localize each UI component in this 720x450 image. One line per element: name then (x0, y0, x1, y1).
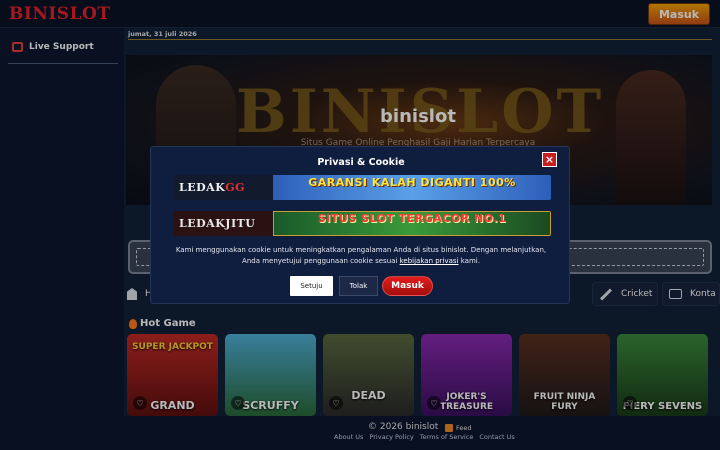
modal-login-button[interactable]: Masuk (382, 276, 433, 296)
cookie-text-end: kami. (458, 257, 480, 265)
promo-brand-main: LEDAK (179, 181, 226, 194)
cookie-modal: Privasi & Cookie × LEDAKGG GARANSI KALAH… (150, 146, 570, 304)
privacy-policy-link[interactable]: kebijakan privasi (400, 257, 459, 265)
close-button[interactable]: × (542, 152, 557, 167)
promo-brand-accent: GG (225, 181, 246, 194)
promo-brand: LEDAKJITU (179, 217, 256, 230)
promo-slogan: GARANSI KALAH DIGANTI 100% (308, 176, 516, 189)
cookie-text-start: Kami menggunakan cookie untuk meningkatk… (175, 246, 547, 265)
promo-brand: LEDAKGG (179, 181, 245, 194)
accept-button[interactable]: Setuju (290, 276, 333, 296)
promo-banner-ledakjitu[interactable]: LEDAKJITU SITUS SLOT TERGACOR NO.1 (173, 211, 551, 236)
cookie-notice-text: Kami menggunakan cookie untuk meningkatk… (171, 245, 551, 267)
reject-button[interactable]: Tolak (339, 276, 378, 296)
promo-banner-ledakgg[interactable]: LEDAKGG GARANSI KALAH DIGANTI 100% (173, 175, 551, 200)
promo-slogan: SITUS SLOT TERGACOR NO.1 (317, 212, 507, 225)
modal-title: Privasi & Cookie (317, 157, 405, 168)
